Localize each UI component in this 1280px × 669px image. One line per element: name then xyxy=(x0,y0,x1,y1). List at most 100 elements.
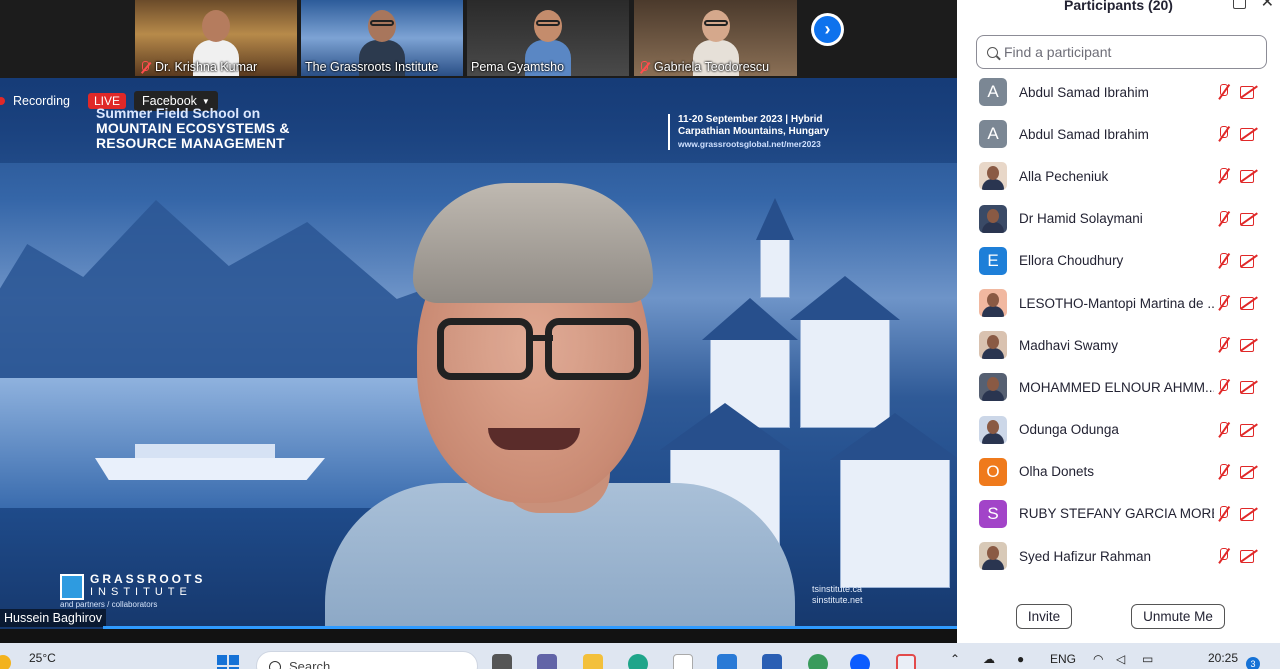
participant-row[interactable]: S RUBY STEFANY GARCIA MORE... xyxy=(957,493,1272,535)
participant-name: LESOTHO-Mantopi Martina de ... xyxy=(1019,295,1214,311)
task-view-icon[interactable] xyxy=(492,654,512,669)
windows-start-icon[interactable] xyxy=(217,655,239,669)
avatar: S xyxy=(979,499,1007,528)
weather-icon[interactable] xyxy=(0,655,11,669)
avatar xyxy=(979,204,1007,233)
volume-icon[interactable]: ◁ xyxy=(1116,652,1125,666)
participant-row[interactable]: Odunga Odunga xyxy=(957,409,1272,451)
web-links: tsinstitute.ca sinstitute.net xyxy=(812,584,863,605)
mic-muted-icon[interactable] xyxy=(1216,379,1230,395)
participant-name: Dr Hamid Solaymani xyxy=(1019,211,1143,227)
mic-muted-icon xyxy=(638,60,650,74)
search-icon xyxy=(987,46,998,58)
edge-browser-icon[interactable] xyxy=(628,654,648,669)
onedrive-icon[interactable]: ☁ xyxy=(983,652,995,666)
avatar: A xyxy=(979,120,1007,149)
invite-button[interactable]: Invite xyxy=(1016,604,1072,629)
participants-panel: Participants (20) ✕ A Abdul Samad Ibrahim… xyxy=(957,0,1280,643)
word-icon[interactable] xyxy=(762,654,782,669)
language-indicator[interactable]: ENG xyxy=(1050,652,1076,666)
main-video: Recording LIVE Facebook ▼ Summer Field Sc… xyxy=(0,78,957,629)
avatar xyxy=(979,331,1007,360)
unmute-me-button[interactable]: Unmute Me xyxy=(1131,604,1225,629)
battery-icon[interactable]: ▭ xyxy=(1142,652,1153,666)
close-icon[interactable]: ✕ xyxy=(1261,0,1274,11)
participant-search-input[interactable] xyxy=(1004,44,1244,60)
video-off-icon[interactable] xyxy=(1240,296,1257,310)
zoom-app-icon[interactable] xyxy=(850,654,870,669)
participant-name: Ellora Choudhury xyxy=(1019,253,1124,269)
participant-name: Olha Donets xyxy=(1019,464,1095,480)
mic-muted-icon[interactable] xyxy=(1216,505,1230,522)
file-explorer-icon[interactable] xyxy=(583,654,603,669)
participant-name: Syed Hafizur Rahman xyxy=(1019,548,1152,564)
mic-muted-icon[interactable] xyxy=(1216,210,1230,227)
mic-muted-icon[interactable] xyxy=(1216,337,1230,353)
maps-icon[interactable] xyxy=(808,654,828,669)
video-off-icon[interactable] xyxy=(1240,254,1257,268)
video-off-icon[interactable] xyxy=(1240,127,1257,142)
video-off-icon[interactable] xyxy=(1240,338,1257,353)
mic-muted-icon[interactable] xyxy=(1216,463,1230,480)
participant-row[interactable]: E Ellora Choudhury xyxy=(957,240,1272,282)
video-off-icon[interactable] xyxy=(1240,169,1257,184)
clock-time[interactable]: 20:25 xyxy=(1208,651,1238,665)
mic-muted-icon[interactable] xyxy=(1216,548,1230,564)
wifi-icon[interactable]: ◠ xyxy=(1093,652,1103,666)
video-off-icon[interactable] xyxy=(1240,549,1257,564)
participant-row[interactable]: Madhavi Swamy xyxy=(957,324,1272,366)
participant-row[interactable]: O Olha Donets xyxy=(957,451,1272,493)
event-details: 11-20 September 2023 | Hybrid Carpathian… xyxy=(668,114,829,150)
store-icon[interactable] xyxy=(717,654,737,669)
next-page-button[interactable]: › xyxy=(811,13,844,46)
speaker-name-label: Hussein Baghirov xyxy=(0,609,106,627)
event-title: Summer Field School on MOUNTAIN ECOSYSTE… xyxy=(96,105,290,151)
tile-name: Gabriela Teodorescu xyxy=(638,60,769,74)
participant-name: Alla Pecheniuk xyxy=(1019,168,1109,184)
mic-muted-icon[interactable] xyxy=(1216,294,1230,311)
mic-muted-icon[interactable] xyxy=(1216,126,1230,142)
avatar xyxy=(979,162,1007,191)
chevron-right-icon: › xyxy=(814,16,841,43)
participant-row[interactable]: Syed Hafizur Rahman xyxy=(957,535,1272,577)
participant-row[interactable]: A Abdul Samad Ibrahim xyxy=(957,71,1272,113)
pop-out-icon[interactable] xyxy=(1233,0,1246,9)
recording-label: Recording xyxy=(13,94,70,108)
mic-muted-icon[interactable] xyxy=(1216,421,1230,438)
weather-temperature[interactable]: 25°C xyxy=(29,651,56,665)
video-footer xyxy=(0,629,957,643)
microphone-icon[interactable]: ● xyxy=(1017,652,1024,666)
avatar: A xyxy=(979,78,1007,107)
video-tile-1[interactable]: Dr. Krishna Kumar xyxy=(135,0,297,76)
tile-name: The Grassroots Institute xyxy=(305,60,439,74)
video-tile-3[interactable]: Pema Gyamtsho xyxy=(467,0,629,76)
participant-row[interactable]: Dr Hamid Solaymani xyxy=(957,198,1272,240)
mic-muted-icon[interactable] xyxy=(1216,168,1230,184)
mic-muted-icon[interactable] xyxy=(1216,84,1230,100)
avatar xyxy=(979,415,1007,444)
participant-row[interactable]: A Abdul Samad Ibrahim xyxy=(957,113,1272,155)
video-off-icon[interactable] xyxy=(1240,423,1257,437)
participant-search[interactable] xyxy=(976,35,1267,69)
snipping-tool-icon[interactable] xyxy=(896,654,916,669)
video-off-icon[interactable] xyxy=(1240,212,1257,226)
video-off-icon[interactable] xyxy=(1240,85,1257,99)
avatar xyxy=(979,542,1007,571)
video-off-icon[interactable] xyxy=(1240,465,1257,479)
video-off-icon[interactable] xyxy=(1240,380,1257,395)
teams-chat-icon[interactable] xyxy=(537,654,557,669)
video-tile-2[interactable]: The Grassroots Institute xyxy=(301,0,463,76)
participant-name: Abdul Samad Ibrahim xyxy=(1019,84,1149,100)
tile-name: Pema Gyamtsho xyxy=(471,60,565,74)
taskbar-search[interactable]: Search xyxy=(256,651,478,669)
video-off-icon[interactable] xyxy=(1240,507,1257,521)
speaker-video xyxy=(325,183,795,629)
chevron-up-icon[interactable]: ⌃ xyxy=(950,652,960,666)
document-icon[interactable] xyxy=(673,654,693,669)
participant-row[interactable]: LESOTHO-Mantopi Martina de ... xyxy=(957,282,1272,324)
participant-row[interactable]: MOHAMMED ELNOUR AHMM... xyxy=(957,366,1272,408)
participant-row[interactable]: Alla Pecheniuk xyxy=(957,155,1272,197)
mic-muted-icon[interactable] xyxy=(1216,252,1230,269)
video-tile-4[interactable]: Gabriela Teodorescu xyxy=(634,0,797,76)
notification-badge[interactable]: 3 xyxy=(1246,657,1260,669)
